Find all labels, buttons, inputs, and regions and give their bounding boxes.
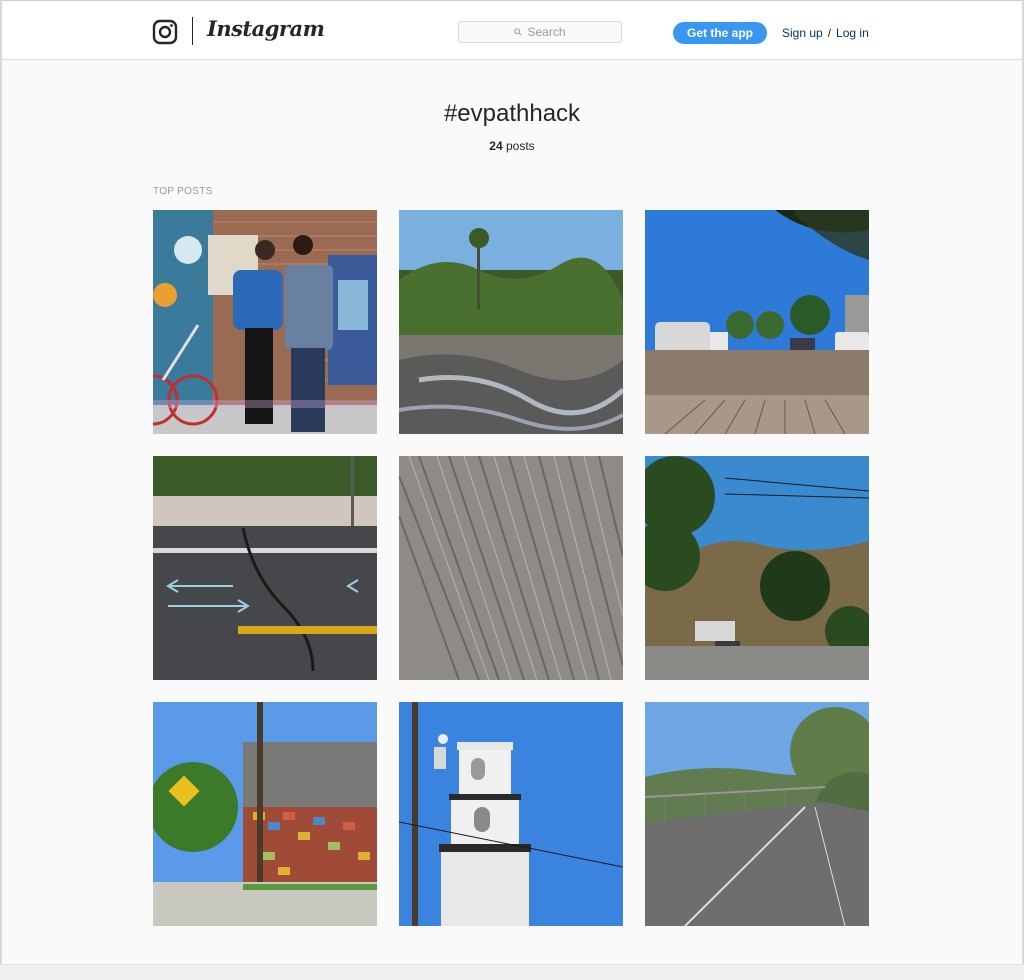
post-thumbnail[interactable]	[645, 210, 869, 434]
instagram-wordmark[interactable]: Instagram	[207, 16, 325, 46]
hashtag-title: #evpathhack	[443, 100, 581, 127]
sign-up-link[interactable]: Sign up	[782, 26, 823, 40]
post-count: 24 posts	[0, 139, 1024, 153]
post-thumbnail[interactable]	[153, 210, 377, 434]
post-thumbnail[interactable]	[645, 456, 869, 680]
post-thumbnail[interactable]	[399, 702, 623, 926]
post-thumbnail[interactable]	[153, 702, 377, 926]
post-thumbnail[interactable]	[399, 210, 623, 434]
top-navbar: Instagram Search Get the app Sign up / L…	[2, 1, 1022, 60]
search-input[interactable]: Search	[458, 21, 622, 43]
post-thumbnail[interactable]	[153, 456, 377, 680]
top-posts-heading: TOP POSTS	[153, 186, 213, 197]
post-thumbnail[interactable]	[645, 702, 869, 926]
post-count-suffix: posts	[506, 139, 535, 153]
logo-divider	[192, 17, 193, 45]
search-icon	[514, 28, 523, 36]
instagram-camera-icon[interactable]	[152, 19, 178, 45]
auth-links: Sign up / Log in	[782, 26, 869, 40]
log-in-link[interactable]: Log in	[836, 26, 869, 40]
post-thumbnail[interactable]	[399, 456, 623, 680]
post-count-number: 24	[489, 139, 503, 153]
window-frame-bottom	[0, 964, 1024, 980]
search-placeholder: Search	[527, 25, 566, 39]
get-the-app-button[interactable]: Get the app	[673, 22, 767, 44]
auth-separator: /	[827, 26, 832, 40]
posts-grid	[153, 210, 869, 926]
